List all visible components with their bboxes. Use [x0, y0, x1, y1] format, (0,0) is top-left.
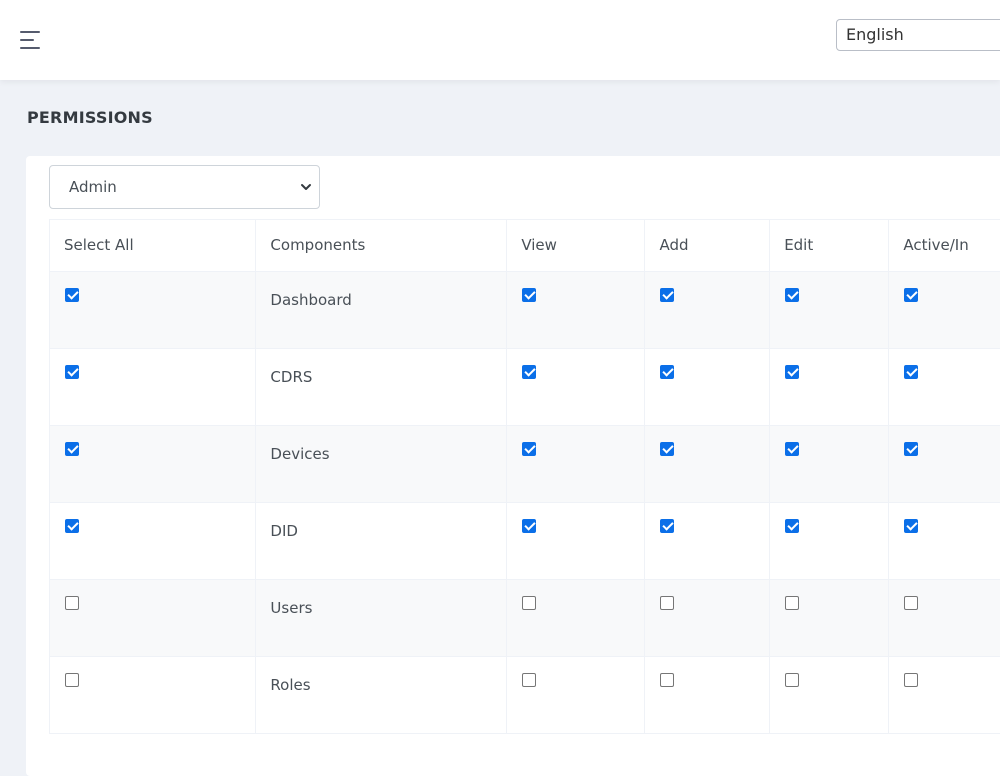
role-select[interactable]: Admin: [49, 165, 320, 209]
hamburger-menu-icon[interactable]: [20, 31, 42, 51]
active-cell: [889, 657, 1000, 734]
component-name: Roles: [256, 657, 507, 734]
select-all-checkbox[interactable]: [65, 673, 79, 687]
add-cell: [645, 503, 770, 580]
select-all-checkbox[interactable]: [65, 288, 79, 302]
select-all-cell: [50, 657, 256, 734]
add-checkbox[interactable]: [660, 673, 674, 687]
edit-cell: [770, 657, 889, 734]
component-name: Dashboard: [256, 272, 507, 349]
edit-cell: [770, 426, 889, 503]
table-header-row: Select All Components View Add Edit Acti…: [50, 220, 1000, 272]
component-name: CDRS: [256, 349, 507, 426]
permissions-card: Admin Select All Components View Add Edi…: [26, 156, 1000, 776]
active-cell: [889, 272, 1000, 349]
edit-cell: [770, 580, 889, 657]
header-view: View: [507, 220, 645, 272]
active-checkbox[interactable]: [904, 442, 918, 456]
add-checkbox[interactable]: [660, 519, 674, 533]
add-cell: [645, 426, 770, 503]
active-checkbox[interactable]: [904, 673, 918, 687]
active-cell: [889, 426, 1000, 503]
active-checkbox[interactable]: [904, 288, 918, 302]
select-all-cell: [50, 503, 256, 580]
view-cell: [507, 580, 645, 657]
select-all-cell: [50, 426, 256, 503]
component-name: DID: [256, 503, 507, 580]
select-all-checkbox[interactable]: [65, 519, 79, 533]
language-select-value: English: [846, 25, 904, 44]
header-edit: Edit: [770, 220, 889, 272]
view-checkbox[interactable]: [522, 519, 536, 533]
add-checkbox[interactable]: [660, 365, 674, 379]
active-cell: [889, 503, 1000, 580]
add-checkbox[interactable]: [660, 596, 674, 610]
add-checkbox[interactable]: [660, 442, 674, 456]
select-all-checkbox[interactable]: [65, 365, 79, 379]
component-name: Users: [256, 580, 507, 657]
active-cell: [889, 349, 1000, 426]
add-checkbox[interactable]: [660, 288, 674, 302]
select-all-checkbox[interactable]: [65, 442, 79, 456]
edit-checkbox[interactable]: [785, 673, 799, 687]
active-cell: [889, 580, 1000, 657]
active-checkbox[interactable]: [904, 596, 918, 610]
edit-checkbox[interactable]: [785, 442, 799, 456]
header-select-all: Select All: [50, 220, 256, 272]
edit-checkbox[interactable]: [785, 596, 799, 610]
role-select-value: Admin: [69, 178, 117, 196]
add-cell: [645, 657, 770, 734]
view-cell: [507, 349, 645, 426]
page-title: PERMISSIONS: [27, 108, 153, 127]
edit-checkbox[interactable]: [785, 288, 799, 302]
edit-checkbox[interactable]: [785, 519, 799, 533]
table-row: Dashboard: [50, 272, 1000, 349]
select-all-cell: [50, 272, 256, 349]
add-cell: [645, 349, 770, 426]
component-name: Devices: [256, 426, 507, 503]
add-cell: [645, 580, 770, 657]
active-checkbox[interactable]: [904, 519, 918, 533]
view-checkbox[interactable]: [522, 365, 536, 379]
table-row: CDRS: [50, 349, 1000, 426]
view-checkbox[interactable]: [522, 673, 536, 687]
view-checkbox[interactable]: [522, 288, 536, 302]
view-checkbox[interactable]: [522, 596, 536, 610]
edit-cell: [770, 349, 889, 426]
view-cell: [507, 272, 645, 349]
select-all-checkbox[interactable]: [65, 596, 79, 610]
table-row: Devices: [50, 426, 1000, 503]
header-components: Components: [256, 220, 507, 272]
header-add: Add: [645, 220, 770, 272]
table-row: Users: [50, 580, 1000, 657]
top-bar: English: [0, 0, 1000, 80]
language-select[interactable]: English: [836, 19, 1000, 51]
table-row: Roles: [50, 657, 1000, 734]
header-active: Active/In: [889, 220, 1000, 272]
edit-cell: [770, 272, 889, 349]
table-row: DID: [50, 503, 1000, 580]
view-checkbox[interactable]: [522, 442, 536, 456]
view-cell: [507, 426, 645, 503]
select-all-cell: [50, 349, 256, 426]
view-cell: [507, 503, 645, 580]
chevron-down-icon: [299, 180, 313, 194]
add-cell: [645, 272, 770, 349]
active-checkbox[interactable]: [904, 365, 918, 379]
view-cell: [507, 657, 645, 734]
select-all-cell: [50, 580, 256, 657]
edit-checkbox[interactable]: [785, 365, 799, 379]
permissions-table: Select All Components View Add Edit Acti…: [49, 219, 1000, 734]
edit-cell: [770, 503, 889, 580]
